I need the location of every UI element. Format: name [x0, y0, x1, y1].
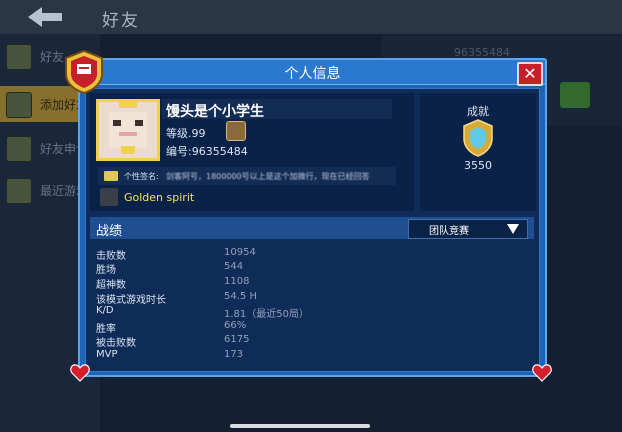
stat-label: 该模式游戏时长 — [96, 295, 166, 306]
rank-badge-icon[interactable] — [226, 121, 246, 141]
player-title: Golden spirit — [124, 191, 195, 204]
stat-value: 6175 — [224, 334, 250, 345]
stat-value: 54.5 H — [224, 291, 257, 302]
stat-label: 被击败数 — [96, 338, 136, 349]
home-indicator[interactable] — [230, 424, 370, 428]
dialog-title: 个人信息 — [284, 66, 341, 82]
page-title: 好友 — [102, 11, 140, 31]
mode-select[interactable]: 团队竞赛 — [408, 219, 528, 239]
stat-label: K/D — [96, 305, 114, 316]
achievement-value: 3550 — [464, 159, 492, 172]
dropdown-arrow-icon — [507, 224, 519, 234]
stat-label: MVP — [96, 349, 118, 360]
mode-select-value: 团队竞赛 — [429, 226, 469, 237]
stat-value: 1108 — [224, 276, 250, 287]
profile-dialog: 个人信息 ✕ 馒头是个小学生 等级.99 编号:96355484 个性签名: 剑… — [78, 58, 547, 377]
stat-label: 超神数 — [96, 280, 126, 291]
close-button[interactable]: ✕ — [517, 62, 543, 86]
stat-value: 544 — [224, 261, 244, 272]
back-arrow-icon[interactable] — [26, 5, 66, 29]
stat-label: 击败数 — [96, 251, 126, 262]
heart-icon — [70, 364, 90, 382]
player-level: 等级.99 — [166, 127, 206, 140]
signature-text: 剑客阿号，1800000号以上是这个加微行，现在已经回答 — [166, 172, 370, 181]
avatar[interactable] — [96, 99, 160, 161]
achievement-label: 成就 — [467, 105, 489, 118]
signature-icon — [104, 171, 118, 181]
stat-label: 胜率 — [96, 324, 116, 335]
stat-label: 胜场 — [96, 265, 116, 276]
dialog-badge-icon — [65, 50, 103, 94]
stat-value: 10954 — [224, 247, 256, 258]
pixel-character-icon — [99, 102, 157, 158]
dialog-header: 个人信息 ✕ — [80, 60, 545, 86]
signature-label: 个性签名: — [124, 172, 159, 181]
close-icon: ✕ — [523, 64, 537, 83]
achievement-shield-icon[interactable] — [462, 119, 494, 157]
profile-card: 馒头是个小学生 等级.99 编号:96355484 个性签名: 剑客阿号，180… — [90, 93, 414, 211]
dialog-body: 馒头是个小学生 等级.99 编号:96355484 个性签名: 剑客阿号，180… — [85, 88, 540, 372]
stat-value: 66% — [224, 320, 247, 331]
player-id: 编号:96355484 — [166, 145, 248, 158]
stats-title: 战绩 — [96, 224, 123, 239]
title-avatar-icon — [100, 188, 118, 206]
top-bar: 好友 — [0, 0, 622, 34]
player-name: 馒头是个小学生 — [166, 104, 264, 120]
stat-value: 173 — [224, 349, 244, 360]
heart-icon — [532, 364, 552, 382]
stat-value: 1.81（最近50局） — [224, 309, 309, 320]
